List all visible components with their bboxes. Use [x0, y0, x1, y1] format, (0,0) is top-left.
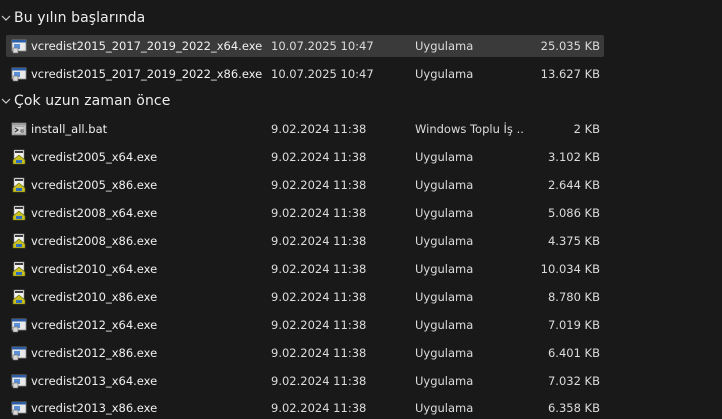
file-date: 9.02.2024 11:38: [271, 401, 367, 415]
installer-exe-icon: [11, 39, 27, 54]
file-type: Uygulama: [415, 290, 474, 304]
file-name: vcredist2008_x86.exe: [31, 234, 158, 248]
file-row[interactable]: vcredist2015_2017_2019_2022_x86.exe 10.0…: [6, 63, 604, 85]
file-name: vcredist2015_2017_2019_2022_x64.exe: [31, 39, 263, 53]
file-date: 9.02.2024 11:38: [271, 122, 367, 136]
file-type: Uygulama: [415, 318, 474, 332]
file-row[interactable]: vcredist2010_x64.exe 9.02.2024 11:38 Uyg…: [6, 258, 604, 280]
file-row[interactable]: vcredist2005_x86.exe 9.02.2024 11:38 Uyg…: [6, 174, 604, 196]
file-date: 9.02.2024 11:38: [271, 290, 367, 304]
file-date: 10.07.2025 10:47: [271, 39, 374, 53]
file-name: vcredist2012_x86.exe: [31, 346, 158, 360]
file-name: vcredist2013_x86.exe: [31, 401, 158, 415]
file-size: 10.034 KB: [540, 262, 600, 276]
file-date: 9.02.2024 11:38: [271, 374, 367, 388]
file-type: Uygulama: [415, 39, 474, 53]
file-date: 9.02.2024 11:38: [271, 318, 367, 332]
installer-exe-icon: [12, 261, 26, 277]
installer-exe-icon: [11, 346, 27, 361]
group-label: Çok uzun zaman önce: [14, 93, 171, 109]
file-size: 5.086 KB: [547, 206, 600, 220]
file-name: vcredist2015_2017_2019_2022_x86.exe: [31, 67, 263, 81]
file-name: vcredist2005_x86.exe: [31, 178, 158, 192]
file-type: Uygulama: [415, 374, 474, 388]
file-row[interactable]: vcredist2013_x86.exe 9.02.2024 11:38 Uyg…: [6, 397, 604, 419]
file-name: vcredist2010_x64.exe: [31, 262, 158, 276]
file-date: 9.02.2024 11:38: [271, 262, 367, 276]
file-date: 9.02.2024 11:38: [271, 150, 367, 164]
file-row[interactable]: vcredist2008_x86.exe 9.02.2024 11:38 Uyg…: [6, 230, 604, 252]
file-name: vcredist2005_x64.exe: [31, 150, 158, 164]
file-type: Uygulama: [415, 234, 474, 248]
file-size: 2 KB: [573, 122, 600, 136]
file-type: Uygulama: [415, 150, 474, 164]
installer-exe-icon: [12, 233, 26, 249]
group-header-long-ago[interactable]: Çok uzun zaman önce: [0, 89, 722, 113]
file-type: Uygulama: [415, 206, 474, 220]
installer-exe-icon: [12, 205, 26, 221]
file-type: Uygulama: [415, 401, 474, 415]
file-size: 25.035 KB: [540, 39, 600, 53]
file-size: 3.102 KB: [547, 150, 600, 164]
file-date: 10.07.2025 10:47: [271, 67, 374, 81]
file-row[interactable]: install_all.bat 9.02.2024 11:38 Windows …: [6, 118, 604, 140]
file-size: 8.780 KB: [547, 290, 600, 304]
file-date: 9.02.2024 11:38: [271, 346, 367, 360]
file-row[interactable]: vcredist2012_x64.exe 9.02.2024 11:38 Uyg…: [6, 314, 604, 336]
file-row[interactable]: vcredist2008_x64.exe 9.02.2024 11:38 Uyg…: [6, 202, 604, 224]
installer-exe-icon: [11, 401, 27, 416]
file-type: Uygulama: [415, 262, 474, 276]
file-date: 9.02.2024 11:38: [271, 234, 367, 248]
file-name: install_all.bat: [31, 122, 108, 136]
file-row[interactable]: vcredist2015_2017_2019_2022_x64.exe 10.0…: [6, 35, 604, 57]
file-size: 7.019 KB: [547, 318, 600, 332]
file-name: vcredist2012_x64.exe: [31, 318, 158, 332]
chevron-down-icon: [1, 98, 11, 104]
file-name: vcredist2013_x64.exe: [31, 374, 158, 388]
batch-file-icon: [11, 122, 27, 136]
installer-exe-icon: [12, 149, 26, 165]
installer-exe-icon: [11, 374, 27, 389]
file-size: 6.358 KB: [547, 401, 600, 415]
file-row[interactable]: vcredist2010_x86.exe 9.02.2024 11:38 Uyg…: [6, 286, 604, 308]
group-header-this-year[interactable]: Bu yılın başlarında: [0, 6, 722, 30]
file-type: Windows Toplu İş ...: [415, 122, 525, 136]
file-size: 2.644 KB: [547, 178, 600, 192]
file-type: Uygulama: [415, 346, 474, 360]
installer-exe-icon: [12, 289, 26, 305]
group-label: Bu yılın başlarında: [14, 10, 146, 26]
file-date: 9.02.2024 11:38: [271, 178, 367, 192]
file-row[interactable]: vcredist2005_x64.exe 9.02.2024 11:38 Uyg…: [6, 146, 604, 168]
installer-exe-icon: [11, 318, 27, 333]
file-name: vcredist2010_x86.exe: [31, 290, 158, 304]
file-name: vcredist2008_x64.exe: [31, 206, 158, 220]
installer-exe-icon: [12, 177, 26, 193]
file-type: Uygulama: [415, 178, 474, 192]
file-type: Uygulama: [415, 67, 474, 81]
installer-exe-icon: [11, 67, 27, 82]
file-size: 6.401 KB: [547, 346, 600, 360]
file-row[interactable]: vcredist2012_x86.exe 9.02.2024 11:38 Uyg…: [6, 342, 604, 364]
chevron-down-icon: [1, 15, 11, 21]
file-row[interactable]: vcredist2013_x64.exe 9.02.2024 11:38 Uyg…: [6, 370, 604, 392]
file-size: 13.627 KB: [540, 67, 600, 81]
file-size: 4.375 KB: [547, 234, 600, 248]
file-date: 9.02.2024 11:38: [271, 206, 367, 220]
file-size: 7.032 KB: [547, 374, 600, 388]
